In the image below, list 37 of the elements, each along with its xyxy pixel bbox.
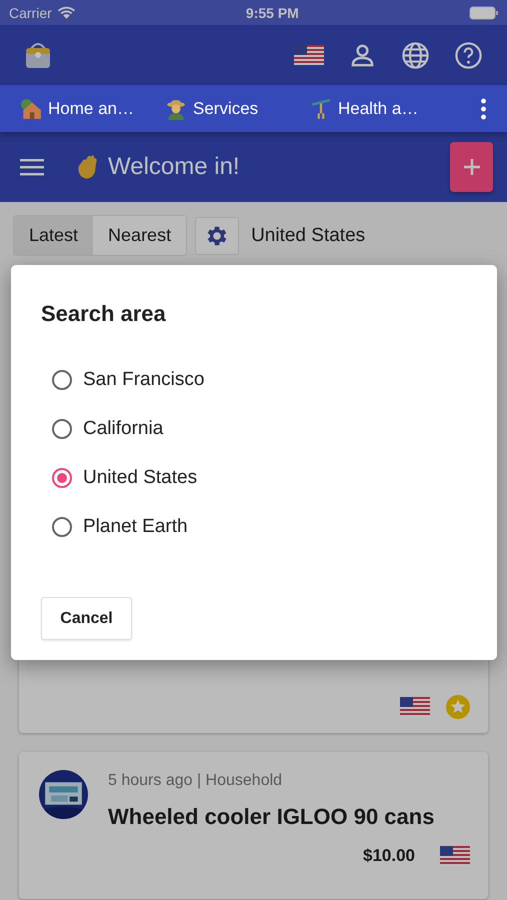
radio-button[interactable] <box>52 418 72 438</box>
listing-card[interactable]: 5 hours ago | Household Wheeled cooler IGLOO 90 cans $10.00 <box>19 752 488 899</box>
category-tab[interactable]: Home an… <box>20 98 165 120</box>
price-label: $10.00 <box>363 846 415 866</box>
settings-button[interactable] <box>195 216 240 254</box>
category-tab[interactable]: Services <box>165 98 310 120</box>
menu-icon[interactable] <box>20 158 44 176</box>
add-button[interactable] <box>450 142 493 192</box>
wifi-icon <box>56 6 76 20</box>
globe-icon[interactable] <box>401 40 430 70</box>
battery-icon <box>468 6 499 20</box>
radio-button[interactable] <box>52 468 72 488</box>
worker-icon <box>165 98 187 120</box>
option-label[interactable]: Planet Earth <box>83 516 188 538</box>
option-label[interactable]: San Francisco <box>83 368 204 390</box>
help-icon[interactable] <box>454 40 483 70</box>
listing-meta: 5 hours ago | Household <box>108 772 284 790</box>
cancel-button[interactable]: Cancel <box>41 597 132 640</box>
house-icon <box>20 98 42 120</box>
dialog-title: Search area <box>41 301 166 327</box>
carrier-label: Carrier <box>9 4 52 20</box>
category-tab[interactable]: Health a… <box>310 98 455 120</box>
radio-button[interactable] <box>52 516 72 536</box>
option-label[interactable]: California <box>83 418 164 440</box>
listing-title: Wheeled cooler IGLOO 90 cans <box>108 804 434 830</box>
option-label[interactable]: United States <box>83 466 198 488</box>
clock: 9:55 PM <box>246 4 299 20</box>
more-icon[interactable] <box>480 98 487 120</box>
flag-icon <box>400 697 430 717</box>
welcome-title: Welcome in! <box>108 153 240 181</box>
radio-button[interactable] <box>52 370 72 390</box>
sort-tab[interactable]: Nearest <box>93 216 186 255</box>
plus-icon <box>462 157 482 177</box>
flag-icon[interactable] <box>294 45 324 65</box>
sort-tab[interactable]: Latest <box>14 216 94 255</box>
flag-icon <box>440 846 470 866</box>
location-label: United States <box>251 224 366 246</box>
